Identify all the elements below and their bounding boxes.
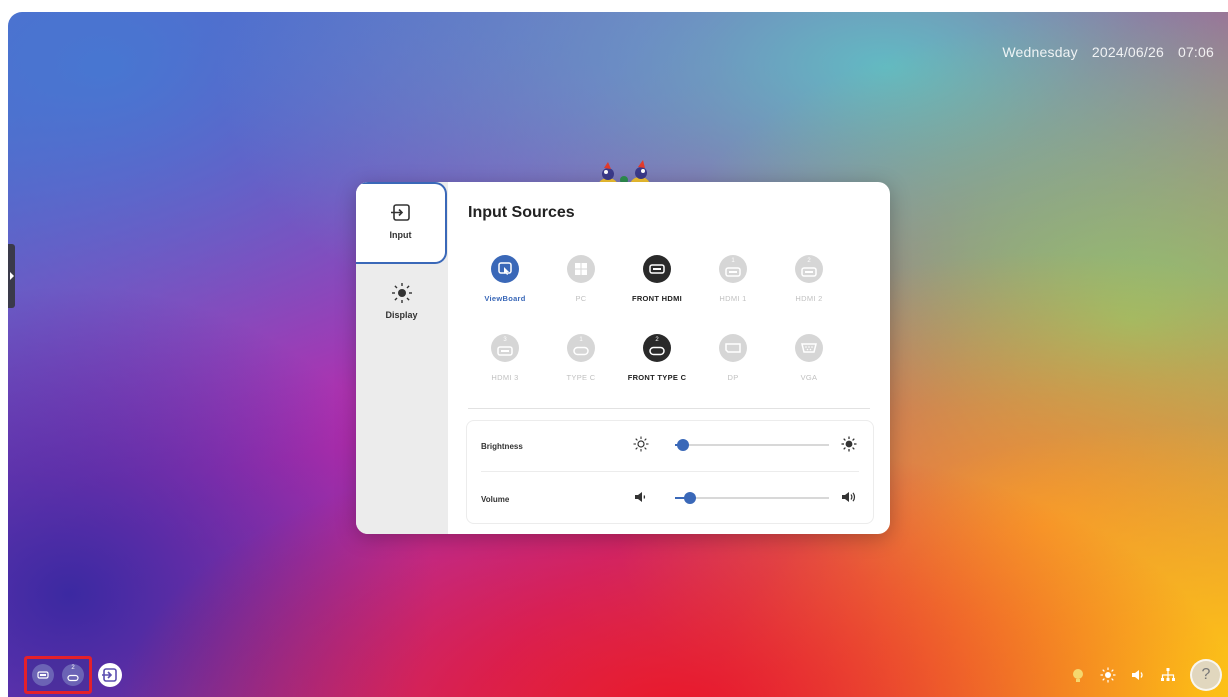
source-label: HDMI 3 [491,373,519,382]
source-front-hdmi[interactable]: FRONT HDMI [620,255,694,303]
source-label: TYPE C [566,373,596,382]
source-label: HDMI 2 [795,294,823,303]
brightness-high-icon [841,436,857,452]
usb-c-icon [649,346,665,355]
volume-label: Volume [481,495,510,504]
status-day: Wednesday [1002,44,1078,60]
panel-title: Input Sources [468,204,575,221]
tab-input-label: Input [389,230,412,240]
usb-c-icon [573,346,589,355]
source-number: 2 [71,665,75,671]
hdmi-icon [649,264,665,274]
source-number: 1 [731,258,735,264]
brightness-knob[interactable] [676,439,689,451]
source-icon-wrap [643,255,671,283]
source-label: PC [575,294,587,303]
source-number: 2 [655,337,659,343]
input-icon [102,668,117,682]
tab-display[interactable]: Display [356,264,447,342]
slider-group: Brightness Volume [466,420,874,524]
tab-display-label: Display [385,310,418,320]
source-icon-wrap [491,255,519,283]
status-date: 2024/06/26 [1091,44,1164,60]
source-icon-wrap: 2 [795,255,823,283]
source-icon-wrap [567,255,595,283]
input-icon [390,204,410,221]
source-icon-wrap: 1 [719,255,747,283]
volume-icon[interactable] [1130,667,1146,683]
displayport-icon [725,343,741,353]
brightness-slider[interactable] [675,439,829,451]
quick-settings-panel: Input Display Input Sources ViewBoard PC… [356,182,890,534]
brightness-label: Brightness [481,442,523,451]
source-dp[interactable]: DP [696,334,770,382]
slider-separator [481,471,859,472]
source-icon-wrap: 2 [643,334,671,362]
volume-low-icon [635,492,646,502]
source-label: DP [727,373,739,382]
taskbar-usb-c-source[interactable]: 2 [62,664,84,686]
source-hdmi-3[interactable]: 3 HDMI 3 [468,334,542,382]
source-icon-wrap [795,334,823,362]
taskbar-right: ? [1070,659,1222,691]
viewboard-icon [498,262,512,275]
volume-knob[interactable] [684,492,697,504]
source-vga[interactable]: VGA [772,334,846,382]
network-icon[interactable] [1160,667,1176,683]
source-number: 1 [579,337,583,343]
source-label: FRONT HDMI [631,294,683,303]
source-label: ViewBoard [484,294,526,303]
taskbar-left: 2 [24,656,122,694]
brightness-low-icon [633,436,649,452]
help-button[interactable]: ? [1190,659,1222,691]
source-viewboard[interactable]: ViewBoard [468,255,542,303]
source-icon-wrap: 1 [567,334,595,362]
source-icon-wrap [719,334,747,362]
sidebar-pull-handle[interactable] [8,244,15,308]
brightness-icon[interactable] [1100,667,1116,683]
vga-icon [801,343,817,353]
hdmi-icon [497,345,513,356]
source-pc[interactable]: PC [544,255,618,303]
hdmi-icon [725,266,741,277]
source-number: 3 [503,337,507,343]
windows-icon [575,263,587,275]
hdmi-icon [37,671,49,679]
source-front-type-c[interactable]: 2 FRONT TYPE C [620,334,694,382]
brightness-icon [391,283,412,303]
source-label: HDMI 1 [719,294,747,303]
source-hdmi-2[interactable]: 2 HDMI 2 [772,255,846,303]
hdmi-icon [801,266,817,277]
taskbar-hdmi-source[interactable] [32,664,54,686]
status-time: 07:06 [1177,44,1214,60]
source-label: VGA [800,373,818,382]
bulb-icon[interactable] [1070,667,1086,683]
source-hdmi-1[interactable]: 1 HDMI 1 [696,255,770,303]
tab-input[interactable]: Input [356,182,447,264]
volume-high-icon [842,492,856,502]
volume-slider[interactable] [675,492,829,504]
panel-sidebar: Input Display [356,182,448,534]
source-label: FRONT TYPE C [627,373,687,382]
active-sources-highlight: 2 [24,656,92,694]
source-number: 2 [807,258,811,264]
panel-divider [468,408,870,409]
usb-c-icon [67,674,79,681]
status-datetime: Wednesday 2024/06/26 07:06 [1002,44,1214,60]
source-icon-wrap: 3 [491,334,519,362]
source-type-c[interactable]: 1 TYPE C [544,334,618,382]
input-sources-button[interactable] [98,663,122,687]
